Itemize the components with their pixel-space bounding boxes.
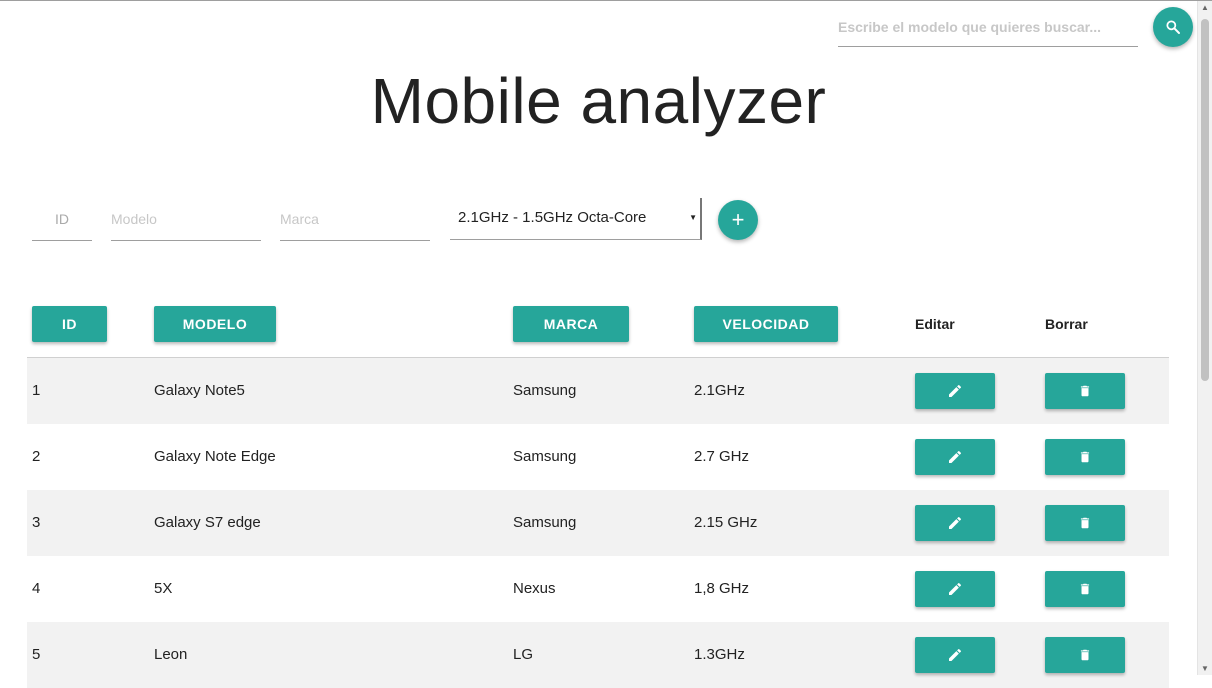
scroll-up-icon[interactable]: ▲ xyxy=(1201,3,1209,12)
scroll-down-icon[interactable]: ▼ xyxy=(1201,664,1209,673)
cell-id: 2 xyxy=(32,448,41,465)
modelo-field[interactable] xyxy=(111,198,261,241)
cell-modelo: Galaxy S7 edge xyxy=(154,514,261,531)
cell-id: 5 xyxy=(32,646,41,663)
trash-icon xyxy=(1078,515,1092,531)
sort-modelo-button[interactable]: MODELO xyxy=(154,306,276,342)
editar-header: Editar xyxy=(915,316,955,332)
trash-icon xyxy=(1078,581,1092,597)
table-row: 3 Galaxy S7 edge Samsung 2.15 GHz xyxy=(27,490,1169,556)
cell-marca: Samsung xyxy=(513,514,577,531)
edit-button[interactable] xyxy=(915,505,995,541)
top-border xyxy=(0,0,1212,1)
sort-id-button[interactable]: ID xyxy=(32,306,107,342)
sort-velocidad-button[interactable]: VELOCIDAD xyxy=(694,306,838,342)
search-icon xyxy=(1166,20,1180,34)
delete-button[interactable] xyxy=(1045,373,1125,409)
velocidad-selected-value: 2.1GHz - 1.5GHz Octa-Core xyxy=(458,209,647,226)
cell-velocidad: 2.1GHz xyxy=(694,382,745,399)
table-row: 2 Galaxy Note Edge Samsung 2.7 GHz xyxy=(27,424,1169,490)
edit-button[interactable] xyxy=(915,637,995,673)
delete-button[interactable] xyxy=(1045,571,1125,607)
cell-velocidad: 1,8 GHz xyxy=(694,580,750,597)
pencil-icon xyxy=(947,647,963,663)
page-title: Mobile analyzer xyxy=(370,65,827,137)
trash-icon xyxy=(1078,449,1092,465)
cell-id: 3 xyxy=(32,514,41,531)
edit-button[interactable] xyxy=(915,571,995,607)
dropdown-arrow-icon: ▼ xyxy=(689,213,697,222)
cell-modelo: Galaxy Note5 xyxy=(154,382,245,399)
delete-button[interactable] xyxy=(1045,637,1125,673)
pencil-icon xyxy=(947,449,963,465)
scrollbar-thumb[interactable] xyxy=(1201,19,1209,381)
plus-icon: + xyxy=(731,207,745,232)
trash-icon xyxy=(1078,383,1092,399)
trash-icon xyxy=(1078,647,1092,663)
cell-id: 1 xyxy=(32,382,41,399)
id-field[interactable] xyxy=(32,198,92,241)
add-button[interactable]: + xyxy=(718,200,758,240)
edit-button[interactable] xyxy=(915,373,995,409)
pencil-icon xyxy=(947,515,963,531)
table-row: 4 5X Nexus 1,8 GHz xyxy=(27,556,1169,622)
borrar-header: Borrar xyxy=(1045,316,1088,332)
cell-marca: LG xyxy=(513,646,534,663)
cell-velocidad: 2.7 GHz xyxy=(694,448,750,465)
pencil-icon xyxy=(947,581,963,597)
delete-button[interactable] xyxy=(1045,439,1125,475)
cell-velocidad: 2.15 GHz xyxy=(694,514,758,531)
cell-marca: Samsung xyxy=(513,448,577,465)
cell-modelo: Galaxy Note Edge xyxy=(154,448,276,465)
edit-button[interactable] xyxy=(915,439,995,475)
cell-velocidad: 1.3GHz xyxy=(694,646,745,663)
search-input[interactable] xyxy=(838,8,1138,47)
sort-marca-button[interactable]: MARCA xyxy=(513,306,629,342)
search-button[interactable] xyxy=(1153,7,1193,47)
cell-marca: Nexus xyxy=(513,580,556,597)
cell-modelo: Leon xyxy=(154,646,188,663)
table-row: 5 Leon LG 1.3GHz xyxy=(27,622,1169,688)
marca-field[interactable] xyxy=(280,198,430,241)
pencil-icon xyxy=(947,383,963,399)
table-row: 1 Galaxy Note5 Samsung 2.1GHz xyxy=(27,358,1169,424)
delete-button[interactable] xyxy=(1045,505,1125,541)
cell-id: 4 xyxy=(32,580,41,597)
cell-modelo: 5X xyxy=(154,580,173,597)
velocidad-select[interactable]: 2.1GHz - 1.5GHz Octa-Core ▼ xyxy=(450,198,702,240)
scrollbar[interactable]: ▲ ▼ xyxy=(1197,1,1212,675)
cell-marca: Samsung xyxy=(513,382,577,399)
